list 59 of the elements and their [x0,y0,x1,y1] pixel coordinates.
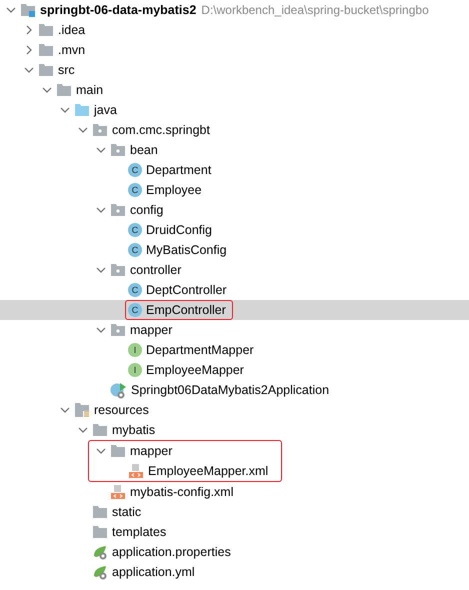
tree-item-label[interactable]: resources [94,403,149,417]
interface-icon: I [128,363,142,377]
xml-file-icon [128,463,144,479]
tree-item-label[interactable]: controller [130,263,182,277]
tree-item-label[interactable]: .mvn [58,43,86,57]
tree-item-label[interactable]: EmpController [146,303,226,317]
tree-item-label[interactable]: templates [112,525,166,539]
tree-item-label[interactable]: mapper [130,444,172,458]
tree-item-label[interactable]: DeptController [146,283,227,297]
folder-icon [92,525,108,539]
tree-item-label[interactable]: EmployeeMapper [146,363,244,377]
folder-icon [74,103,90,117]
tree-item-label[interactable]: DruidConfig [146,223,212,237]
tree-item-label[interactable]: Department [146,163,212,177]
tree-item-label[interactable]: bean [130,143,158,157]
package-icon [110,143,126,157]
tree-item-label[interactable]: springbt-06-data-mybatis2 [40,3,196,17]
folder-icon [38,23,54,37]
tree-item-label[interactable]: java [94,103,117,117]
run-class-icon [110,382,127,398]
tree-item-label[interactable]: main [76,83,104,97]
class-icon: C [128,243,142,257]
class-icon: C [128,303,142,317]
tree-item-label[interactable]: application.yml [112,565,195,579]
interface-icon: I [128,343,142,357]
tree-item-label[interactable]: mybatis [112,423,156,437]
spring-file-icon [92,544,108,560]
tree-item-label[interactable]: config [130,203,164,217]
tree-item-label[interactable]: .idea [58,23,86,37]
folder-icon [110,444,126,458]
package-icon [110,323,126,337]
folder-icon [92,505,108,519]
tree-item-label[interactable]: com.cmc.springbt [112,123,210,137]
folder-icon [38,43,54,57]
tree-item-label[interactable]: Springbt06DataMybatis2Application [131,383,330,397]
folder-icon [92,423,108,437]
tree-item-label[interactable]: MyBatisConfig [146,243,227,257]
class-icon: C [128,183,142,197]
tree-item-label[interactable]: EmployeeMapper.xml [148,464,268,478]
class-icon: C [128,223,142,237]
tree-item-label[interactable]: application.properties [112,545,231,559]
folder-icon [56,83,72,97]
tree-item-label[interactable]: mybatis-config.xml [130,485,234,499]
class-icon: C [128,163,142,177]
resources-folder-icon [74,402,90,418]
tree-item-label[interactable]: mapper [130,323,172,337]
class-icon: C [128,283,142,297]
module-icon [20,2,36,18]
project-path: D:\workbench_idea\spring-bucket\springbo [201,3,429,17]
folder-icon [38,63,54,77]
tree-item-label[interactable]: static [112,505,142,519]
tree-item-label[interactable]: src [58,63,75,77]
package-icon [92,123,108,137]
tree-item-label[interactable]: Employee [146,183,202,197]
tree-item-label[interactable]: DepartmentMapper [146,343,254,357]
package-icon [110,203,126,217]
spring-file-icon [92,564,108,580]
package-icon [110,263,126,277]
xml-file-icon [110,484,126,500]
